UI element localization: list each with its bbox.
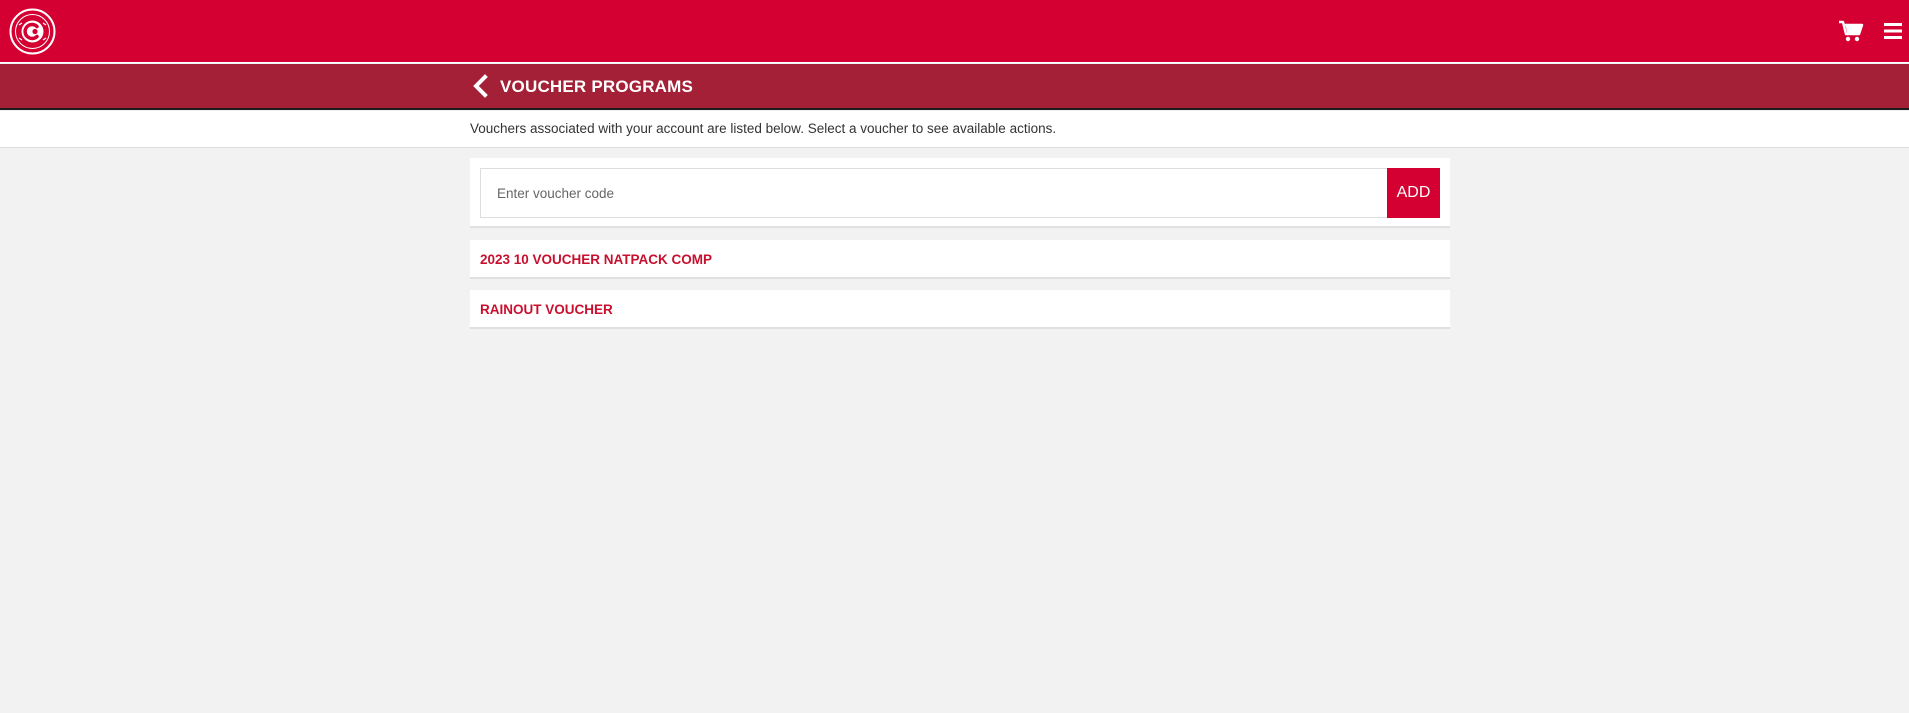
voucher-code-input[interactable] (480, 168, 1387, 218)
add-voucher-button[interactable]: ADD (1387, 168, 1440, 218)
page-title: VOUCHER PROGRAMS (500, 77, 694, 96)
voucher-name: RAINOUT VOUCHER (480, 302, 613, 317)
voucher-list-item[interactable]: 2023 10 VOUCHER NATPACK COMP (470, 240, 1450, 279)
team-logo-icon[interactable] (9, 8, 56, 55)
voucher-list-item[interactable]: RAINOUT VOUCHER (470, 290, 1450, 329)
top-navigation-bar (0, 0, 1909, 63)
page-title-bar: VOUCHER PROGRAMS (0, 64, 1909, 110)
info-bar: Vouchers associated with your account ar… (0, 111, 1909, 148)
voucher-name: 2023 10 VOUCHER NATPACK COMP (480, 252, 713, 267)
back-chevron-icon[interactable] (470, 74, 492, 98)
add-voucher-card: ADD (470, 158, 1450, 228)
shopping-cart-icon[interactable] (1838, 19, 1864, 43)
info-text: Vouchers associated with your account ar… (470, 121, 1057, 136)
hamburger-menu-icon[interactable] (1883, 21, 1903, 41)
